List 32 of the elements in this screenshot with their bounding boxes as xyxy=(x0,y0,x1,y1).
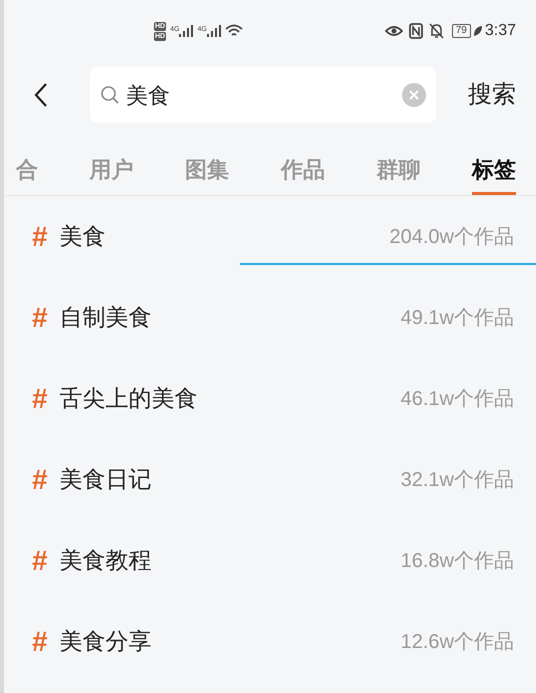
hash-icon: # xyxy=(32,458,48,500)
signal-icon xyxy=(206,25,221,37)
hash-icon: # xyxy=(32,378,48,420)
tab[interactable]: 标签 xyxy=(472,153,516,195)
eye-icon xyxy=(384,24,403,38)
tag-name[interactable]: 舌尖上的美食 xyxy=(60,381,198,416)
tag-count: 46.1w个作品 xyxy=(400,386,514,412)
hash-icon: # xyxy=(32,620,48,662)
tag-count: 204.0w个作品 xyxy=(390,224,514,250)
bell-off-icon xyxy=(428,23,444,39)
battery-level: 79 xyxy=(452,24,471,38)
search-button[interactable]: 搜索 xyxy=(468,77,516,113)
signal-icon xyxy=(179,25,194,37)
search-field[interactable]: 美食 xyxy=(90,67,436,123)
tag-count: 16.8w个作品 xyxy=(400,548,514,574)
tag-name[interactable]: 美食日记 xyxy=(60,462,152,497)
tag-name[interactable]: 美食分享 xyxy=(60,624,152,659)
tag-count: 12.6w个作品 xyxy=(400,630,514,654)
tag-name[interactable]: 美食教程 xyxy=(60,543,152,578)
hash-icon: # xyxy=(32,296,48,338)
hash-icon: # xyxy=(32,216,48,258)
clock-time: 3:37 xyxy=(484,21,516,41)
search-query: 美食 xyxy=(126,82,171,110)
tag-count: 32.1w个作品 xyxy=(400,468,514,492)
hash-icon: # xyxy=(32,540,48,582)
tag-name[interactable]: 自制美食 xyxy=(60,300,152,335)
search-icon xyxy=(100,85,120,105)
tag-name[interactable]: 美食 xyxy=(60,219,106,254)
wifi-icon xyxy=(224,24,243,38)
nfc-icon xyxy=(408,23,423,39)
tag-count: 49.1w个作品 xyxy=(400,306,514,330)
leaf-icon xyxy=(472,25,483,37)
